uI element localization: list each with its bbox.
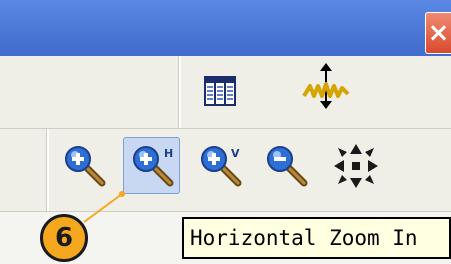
callout-number: 6 bbox=[40, 214, 88, 262]
tooltip: Horizontal Zoom In bbox=[182, 217, 451, 259]
